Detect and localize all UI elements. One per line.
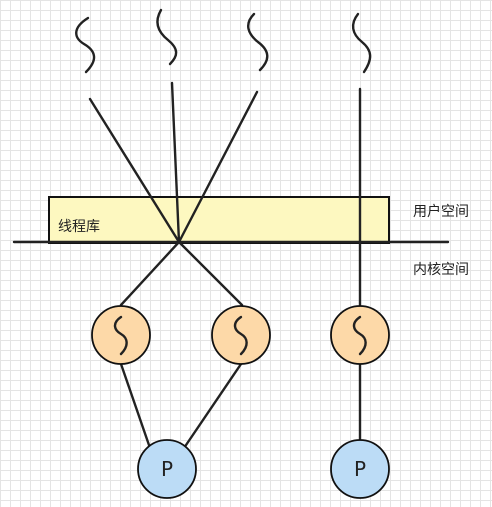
user-thread-1-squiggle-icon [75, 16, 96, 74]
thread-library-box [48, 196, 390, 244]
kernel-thread-2 [211, 305, 271, 365]
thread-library-label: 线程库 [58, 219, 100, 235]
process-2: P [330, 439, 390, 499]
kthread-1-to-process-link [119, 362, 152, 450]
library-to-kthread-2-link [177, 240, 244, 307]
user-thread-3-squiggle-icon [247, 12, 269, 72]
library-to-kthread-1-link [119, 240, 181, 307]
kernel-thread-3 [330, 305, 390, 365]
kthread-2-to-process-link [182, 362, 243, 450]
process-2-label: P [354, 457, 366, 481]
user-thread-4-squiggle-icon [351, 12, 372, 74]
process-1: P [137, 439, 197, 499]
user-space-label: 用户空间 [413, 203, 469, 220]
user-thread-2-squiggle-icon [156, 8, 178, 66]
process-1-label: P [161, 457, 173, 481]
thread-model-diagram: P P 线程库 用户空间 内核空间 [12, 8, 469, 499]
kernel-thread-1 [91, 305, 151, 365]
kernel-space-label: 内核空间 [413, 262, 469, 278]
